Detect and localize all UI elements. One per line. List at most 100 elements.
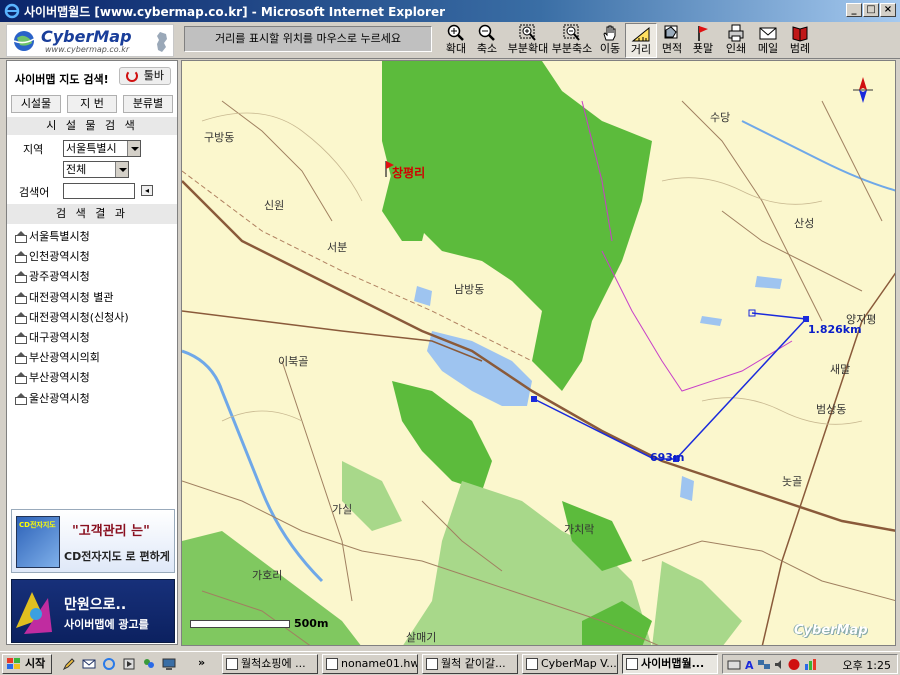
zoom-area-in-icon [519,24,536,41]
tab-facility[interactable]: 시설물 [11,95,61,113]
cybermap-logo[interactable]: CyberMap www.cybermap.co.kr [6,24,174,57]
place-label: 가실 [332,503,353,516]
zoom-out-tool[interactable]: 축소 [471,23,503,58]
forest-area [652,561,742,645]
cd-map-ad-banner[interactable]: CD전자지도 "고객관리 는" CD전자지도 로 편하게 [11,509,175,573]
tab-lot-number[interactable]: 지 번 [67,95,117,113]
result-item[interactable]: 대전광역시청(신청사) [15,308,175,328]
result-item[interactable]: 대구광역시청 [15,328,175,348]
ad-badge: CD전자지도 [19,521,56,529]
distance-label: 693m [650,451,685,464]
flag-marker-label: 창평리 [392,166,426,180]
river [741,120,895,192]
area-tool[interactable]: 면적 [656,23,688,58]
tab-category[interactable]: 분류별 [123,95,173,113]
region-select[interactable]: 서울특별시 [63,140,141,157]
window-icon [426,658,438,670]
place-label: 놋골 [782,475,803,488]
distance-tool[interactable]: 거리 [625,23,657,58]
zoom-area-in-tool[interactable]: 부분확대 [506,23,550,58]
internet-explorer-icon [4,3,20,19]
chart-tray-icon[interactable] [803,658,817,671]
taskbar-item-active[interactable]: 사이버맵월... [622,654,718,674]
close-button[interactable]: × [880,3,896,17]
toolbar-toggle-button[interactable]: 툴바 [119,67,171,85]
area-icon [664,25,678,39]
keyboard-icon[interactable] [727,658,741,671]
legend-tool[interactable]: 범례 [784,23,816,58]
map-canvas[interactable]: 창평리 구방동 신원 서분 남방동 수당 산성 양지평 새말 범상동 이북골 놋… [181,60,896,646]
printer-icon [728,24,744,42]
keyword-input[interactable] [63,183,135,199]
result-label: 울산광역시청 [29,391,90,405]
pan-tool[interactable]: 이동 [594,23,626,58]
result-item[interactable]: 부산광역시의회 [15,348,175,368]
browser-window: 사이버맵월드 [www.cybermap.co.kr] - Microsoft … [0,0,900,651]
zoom-in-tool[interactable]: 확대 [440,23,472,58]
ie-quicklaunch-icon[interactable] [102,657,116,671]
result-item[interactable]: 부산광역시청 [15,368,175,388]
place-label: 산성 [794,217,815,230]
result-item[interactable]: 광주광역시청 [15,267,175,287]
ad-subline: CD전자지도 로 편하게 [64,550,170,563]
media-icon[interactable] [122,657,136,671]
volume-icon[interactable] [773,658,787,671]
outlook-icon[interactable] [82,657,96,671]
hand-icon [603,25,616,41]
pond [680,476,694,501]
taskbar-item-label: 월척쇼핑에 ... [241,657,306,670]
taskbar-item[interactable]: 월척쇼핑에 ... [222,654,318,674]
result-item[interactable]: 울산광역시청 [15,389,175,409]
forest-area [342,461,402,531]
start-label: 시작 [25,657,46,670]
subregion-select[interactable]: 전체 [63,161,129,178]
network-icon[interactable] [757,658,771,671]
abstract-art-icon [16,592,52,634]
toolbar-toggle-label: 툴바 [143,69,164,82]
building-icon [15,392,27,405]
mail-icon [759,27,777,40]
result-item[interactable]: 인천광역시청 [15,247,175,267]
start-button[interactable]: 시작 [2,654,52,674]
search-submit-button[interactable]: ◂ [141,185,153,196]
result-item[interactable]: 서울특별시청 [15,227,175,247]
keyword-label: 검색어 [19,186,50,199]
taskbar-item[interactable]: noname01.hwp [322,654,418,674]
ad-subline: 사이버맵에 광고를 [64,618,149,631]
minor-road [281,360,353,602]
place-label: 수당 [710,111,731,124]
zoom-area-out-tool[interactable]: 부분축소 [550,23,594,58]
window-icon [626,658,638,670]
title-bar: 사이버맵월드 [www.cybermap.co.kr] - Microsoft … [0,0,900,22]
stop-icon[interactable] [787,658,801,671]
pond [755,276,782,289]
ime-a-icon[interactable]: A [743,658,757,671]
print-tool[interactable]: 인쇄 [720,23,752,58]
region-label: 지역 [23,143,44,156]
tool-label: 거리 [630,43,652,56]
district-boundary [601,250,793,392]
maximize-button[interactable]: □ [863,3,879,17]
map-toolbar: CyberMap www.cybermap.co.kr 거리를 표시할 위치를 … [0,22,900,59]
desktop-icon[interactable] [162,657,176,671]
taskbar-item-label: 월척 같이갈... [441,657,506,670]
scale-label: 500m [294,617,329,630]
marker-tool[interactable]: 푯말 [687,23,719,58]
pencil-icon[interactable] [62,657,76,671]
taskbar-item[interactable]: 월척 같이갈... [422,654,518,674]
power-icon [126,70,138,82]
mail-tool[interactable]: 메일 [752,23,784,58]
results-title: 검 색 결 과 [7,204,177,224]
subregion-select-value: 전체 [66,163,87,176]
quicklaunch-overflow-icon[interactable]: » [198,656,205,669]
clock: 오후 1:25 [842,659,891,672]
place-label: 이북골 [278,355,309,368]
pond [700,316,722,326]
tool-label: 인쇄 [725,42,747,55]
globe-icon [13,31,35,51]
result-item[interactable]: 대전광역시청 별관 [15,288,175,308]
messenger-icon[interactable] [142,657,156,671]
advertise-ad-banner[interactable]: 만원으로.. 사이버맵에 광고를 [11,579,175,643]
minimize-button[interactable]: _ [846,3,862,17]
taskbar-item[interactable]: CyberMap V... [522,654,618,674]
